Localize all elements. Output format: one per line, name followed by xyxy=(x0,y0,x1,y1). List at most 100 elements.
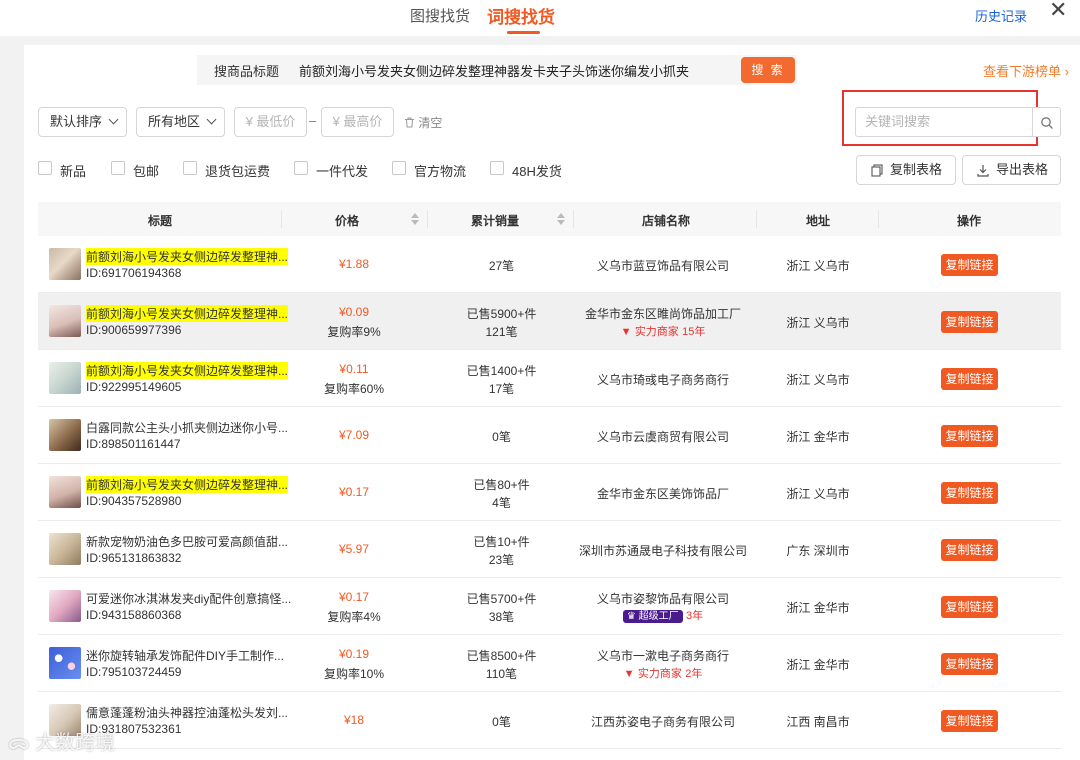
shop-address: 浙江 金华市 xyxy=(786,430,850,444)
product-title[interactable]: 前额刘海小号发夹女侧边碎发整理神... xyxy=(86,362,289,379)
chevron-down-icon xyxy=(206,114,217,125)
product-title[interactable]: 前额刘海小号发夹女侧边碎发整理神... xyxy=(86,305,289,322)
checkbox-dropship[interactable] xyxy=(294,161,308,175)
export-table-button[interactable]: 导出表格 xyxy=(962,155,1061,185)
shop-address: 浙江 金华市 xyxy=(786,601,850,615)
history-link[interactable]: 历史记录 xyxy=(975,6,1027,25)
col-divider xyxy=(281,210,282,228)
copy-link-button[interactable]: 复制链接 xyxy=(941,596,998,618)
product-thumbnail[interactable] xyxy=(49,419,81,451)
product-price: ¥18 xyxy=(343,713,365,727)
product-id: ID:898501161447 xyxy=(86,437,181,451)
tab-word-search[interactable]: 词搜找货 xyxy=(487,3,555,28)
search-icon xyxy=(1041,117,1053,129)
product-thumbnail[interactable] xyxy=(49,248,81,280)
keyword-search-input[interactable]: 关键词搜索 xyxy=(855,107,1033,137)
table-row: 新款宠物奶油色多巴胺可爱高颜值甜... ID:965131863832 ¥5.9… xyxy=(38,521,1061,578)
checkbox-48h-ship[interactable] xyxy=(490,161,504,175)
checkbox-official-logistics[interactable] xyxy=(392,161,406,175)
product-title[interactable]: 前额刘海小号发夹女侧边碎发整理神... xyxy=(86,476,289,493)
checkbox-dropship-label: 一件代发 xyxy=(316,164,369,179)
clear-label: 清空 xyxy=(418,116,443,130)
strength-merchant-icon: ▼ xyxy=(620,326,632,338)
max-price-input[interactable]: ¥ 最高价 xyxy=(321,107,394,137)
copy-link-button[interactable]: 复制链接 xyxy=(941,710,998,732)
product-title[interactable]: 可爱迷你冰淇淋发夹diy配件创意搞怪... xyxy=(86,590,291,607)
trash-icon xyxy=(405,117,414,128)
keyword-search-button[interactable] xyxy=(1033,107,1061,137)
shop-badge-years: 3年 xyxy=(685,610,704,622)
search-button[interactable]: 搜 索 xyxy=(741,57,795,83)
copy-link-button[interactable]: 复制链接 xyxy=(941,539,998,561)
product-title[interactable]: 新款宠物奶油色多巴胺可爱高颜值甜... xyxy=(86,533,288,550)
product-thumbnail[interactable] xyxy=(49,590,81,622)
shop-name: 义乌市姿黎饰品有限公司 xyxy=(596,592,729,606)
repurchase-rate: 复购率60% xyxy=(323,382,385,396)
checkbox-return-shipping[interactable] xyxy=(183,161,197,175)
product-id: ID:795103724459 xyxy=(86,665,182,679)
search-label: 搜商品标题 xyxy=(214,64,280,79)
product-price: ¥1.88 xyxy=(338,257,370,271)
downstream-ranking-link[interactable]: 查看下游榜单 › xyxy=(983,61,1069,80)
col-header-sales[interactable]: 累计销量 xyxy=(471,212,519,229)
shop-name: 金华市金东区美饰饰品厂 xyxy=(596,487,729,501)
strength-merchant-icon: ▼ xyxy=(623,668,635,680)
sales-orders: 0笔 xyxy=(492,430,511,444)
product-title[interactable]: 儒意蓬蓬粉油头神器控油蓬松头发刘... xyxy=(86,704,288,721)
product-title[interactable]: 白露同款公主头小抓夹侧边迷你小号... xyxy=(86,419,288,436)
tab-image-search[interactable]: 图搜找货 xyxy=(410,5,470,26)
shop-address: 浙江 义乌市 xyxy=(786,259,850,273)
shop-badge-label: 实力商家 xyxy=(637,668,682,680)
checkbox-new-label: 新品 xyxy=(60,164,87,179)
shop-badge-years: 15年 xyxy=(682,326,706,338)
copy-link-button[interactable]: 复制链接 xyxy=(941,425,998,447)
table-row: 前额刘海小号发夹女侧边碎发整理神... ID:904357528980 ¥0.1… xyxy=(38,464,1061,521)
product-price: ¥0.09 xyxy=(338,305,370,319)
product-thumbnail[interactable] xyxy=(49,647,81,679)
product-title[interactable]: 迷你旋转轴承发饰配件DIY手工制作... xyxy=(86,647,284,664)
active-tab-indicator xyxy=(507,31,540,34)
checkbox-new[interactable] xyxy=(38,161,52,175)
shop-address: 浙江 义乌市 xyxy=(786,316,850,330)
copy-table-label: 复制表格 xyxy=(890,162,943,177)
copy-link-button[interactable]: 复制链接 xyxy=(941,311,998,333)
product-thumbnail[interactable] xyxy=(49,305,81,337)
product-thumbnail[interactable] xyxy=(49,476,81,508)
close-icon[interactable]: ✕ xyxy=(1049,0,1067,22)
shop-name: 义乌市一漱电子商务商行 xyxy=(596,649,729,663)
sales-count: 已售8500+件 xyxy=(466,649,537,663)
copy-link-button[interactable]: 复制链接 xyxy=(941,368,998,390)
sort-icon[interactable] xyxy=(557,212,565,226)
shop-address: 浙江 义乌市 xyxy=(786,373,850,387)
product-id: ID:922995149605 xyxy=(86,380,182,394)
col-header-price[interactable]: 价格 xyxy=(335,212,359,229)
sort-dropdown[interactable]: 默认排序 xyxy=(38,107,127,137)
shop-badge: ♛ 超级工厂 3年 xyxy=(578,607,748,623)
search-input[interactable]: 前额刘海小号发夹女侧边碎发整理神器发卡夹子头饰迷你编发小抓夹 xyxy=(299,61,689,80)
product-thumbnail[interactable] xyxy=(49,533,81,565)
min-price-input[interactable]: ¥ 最低价 xyxy=(234,107,307,137)
col-divider xyxy=(756,210,757,228)
region-dropdown-value: 所有地区 xyxy=(148,114,201,129)
product-price: ¥0.11 xyxy=(339,362,369,376)
download-icon xyxy=(977,165,989,177)
copy-table-button[interactable]: 复制表格 xyxy=(856,155,956,185)
product-title[interactable]: 前额刘海小号发夹女侧边碎发整理神... xyxy=(86,248,289,265)
col-divider xyxy=(427,210,428,228)
clear-button[interactable]: 清空 xyxy=(404,114,442,131)
col-header-title: 标题 xyxy=(148,214,173,228)
top-bar: 图搜找货 词搜找货 历史记录 ✕ xyxy=(0,0,1080,36)
product-thumbnail[interactable] xyxy=(49,362,81,394)
shop-badge: ▼ 实力商家 2年 xyxy=(578,665,748,681)
copy-link-button[interactable]: 复制链接 xyxy=(941,482,998,504)
shop-name: 深圳市苏通晟电子科技有限公司 xyxy=(578,544,747,558)
table-row: 前额刘海小号发夹女侧边碎发整理神... ID:900659977396 ¥0.0… xyxy=(38,293,1061,350)
copy-link-button[interactable]: 复制链接 xyxy=(941,254,998,276)
checkbox-free-shipping[interactable] xyxy=(111,161,125,175)
sort-icon[interactable] xyxy=(411,212,419,226)
product-price: ¥5.97 xyxy=(338,542,370,556)
product-id: ID:904357528980 xyxy=(86,494,182,508)
region-dropdown[interactable]: 所有地区 xyxy=(136,107,225,137)
sales-orders: 110笔 xyxy=(485,667,518,681)
copy-link-button[interactable]: 复制链接 xyxy=(941,653,998,675)
